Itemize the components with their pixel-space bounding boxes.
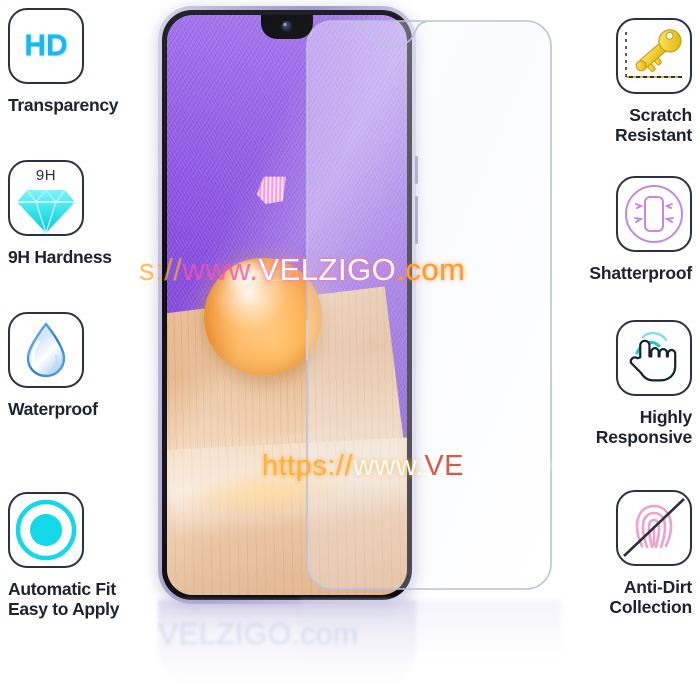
fingerprint-blocked-icon: [616, 490, 692, 566]
phone-bezel: [162, 10, 412, 600]
diamond-icon-text: 9H: [35, 167, 57, 184]
feature-highly-responsive: Highly Responsive: [550, 320, 700, 447]
feature-label-automatic-fit: Automatic Fit Easy to Apply: [8, 579, 120, 619]
fingerprint-blocked-shape: [623, 498, 685, 557]
feature-label-waterproof: Waterproof: [8, 399, 98, 419]
surface-reflection: [300, 600, 562, 660]
product-feature-infographic: HD Transparency 9H 9H Hardness Waterproo…: [0, 0, 700, 700]
shatterproof-shape: [625, 185, 683, 243]
feature-label-shatterproof: Shatterproof: [589, 263, 692, 283]
feature-label-transparency: Transparency: [8, 95, 119, 115]
feature-label-anti-dirt: Anti-Dirt Collection: [609, 577, 692, 617]
key-scratch-icon: [616, 18, 692, 94]
feature-column-right: Scratch Resistant Shatterproof Highly Re…: [550, 0, 700, 700]
touch-hand-shape: [629, 331, 677, 382]
shatterproof-phone-icon: [616, 176, 692, 252]
feature-label-highly-responsive: Highly Responsive: [595, 407, 692, 447]
phone-body: [158, 6, 418, 604]
hd-icon: HD: [8, 8, 84, 84]
feature-automatic-fit: Automatic Fit Easy to Apply: [0, 492, 150, 619]
feature-label-scratch-resistant: Scratch Resistant: [615, 105, 692, 145]
target-ring-icon: [8, 492, 84, 568]
volume-button[interactable]: [415, 156, 418, 184]
glass-sheen-overlay: [167, 15, 407, 595]
touch-hand-icon: [616, 320, 692, 396]
diamond-shape: [17, 189, 75, 234]
feature-transparency: HD Transparency: [0, 8, 150, 116]
feature-waterproof: Waterproof: [0, 312, 150, 420]
water-drop-shape: [26, 322, 66, 378]
power-button[interactable]: [415, 196, 418, 244]
feature-hardness: 9H 9H Hardness: [0, 160, 150, 268]
phone-screen: [167, 15, 407, 595]
phone-with-screen-protector: [150, 0, 570, 700]
diamond-icon: 9H: [8, 160, 84, 236]
key-scratch-shape: [625, 29, 682, 78]
feature-column-left: HD Transparency 9H 9H Hardness Waterproo…: [0, 0, 150, 700]
hd-icon-text: HD: [24, 29, 68, 62]
feature-anti-dirt: Anti-Dirt Collection: [550, 490, 700, 617]
feature-scratch-resistant: Scratch Resistant: [550, 18, 700, 145]
feature-shatterproof: Shatterproof: [550, 176, 700, 284]
feature-label-hardness: 9H Hardness: [8, 247, 112, 267]
water-drop-icon: [8, 312, 84, 388]
target-ring-shape: [15, 499, 77, 561]
